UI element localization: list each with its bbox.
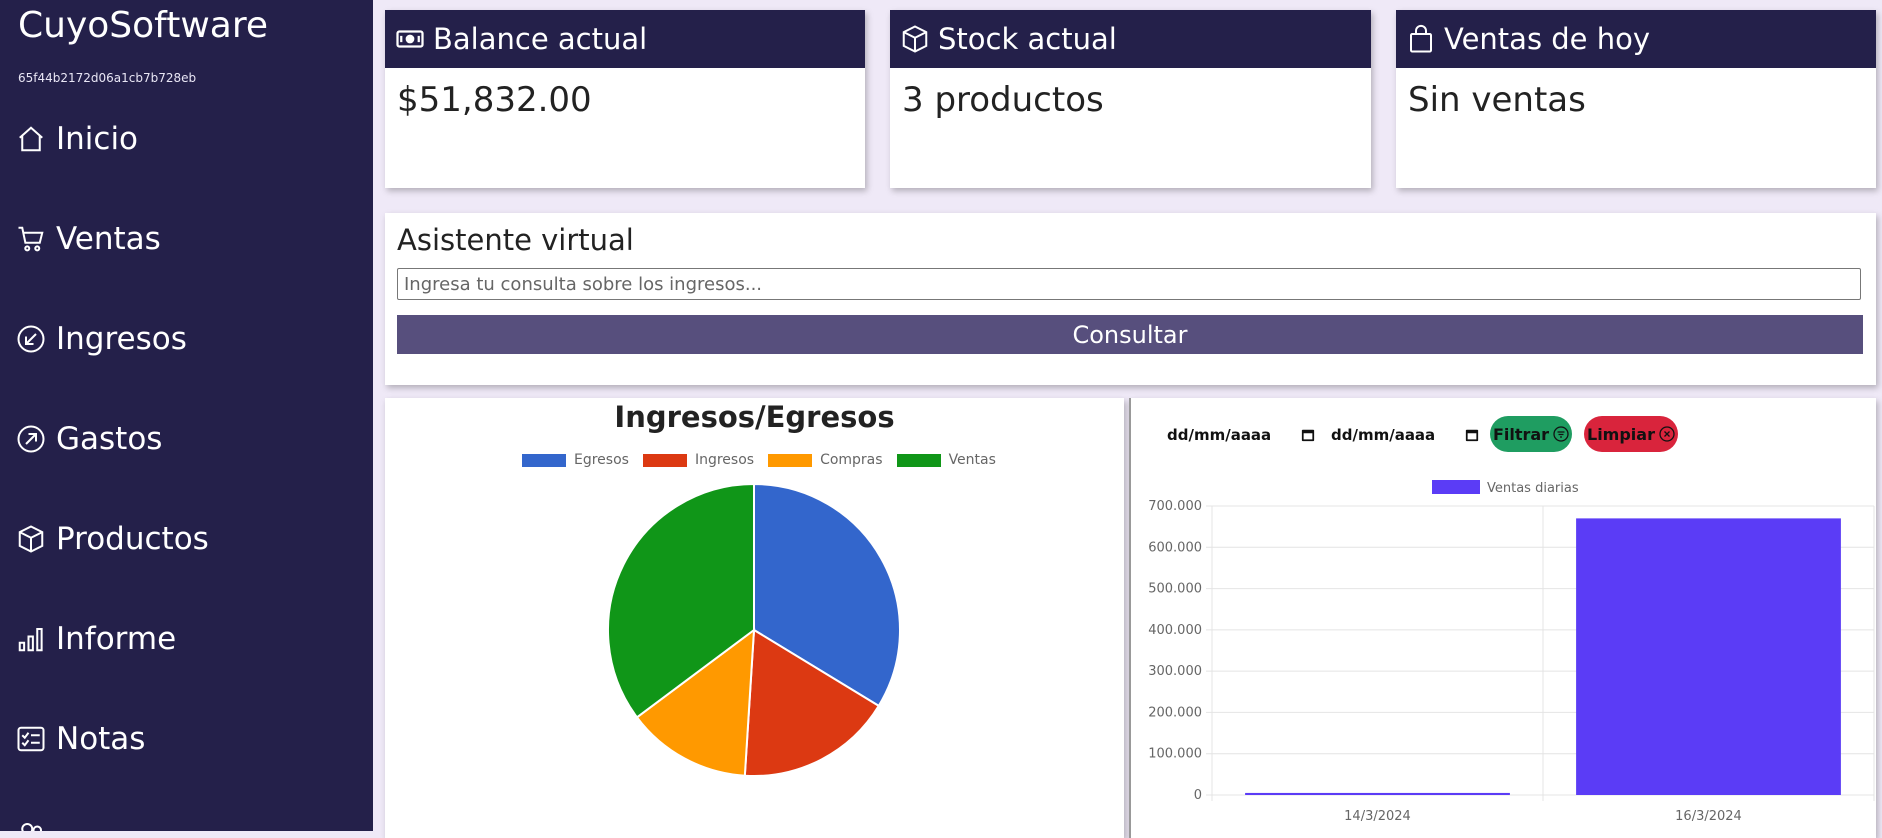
cash-icon [395,23,427,55]
legend-swatch [1432,480,1480,494]
bar-chart-icon [16,624,46,654]
bar-16/3/2024[interactable] [1576,518,1841,795]
sidebar-item-label: Notas [56,721,146,757]
legend-label: Ventas diarias [1487,481,1579,496]
users-icon [16,819,46,831]
sales-today-card-title: Ventas de hoy [1444,22,1651,56]
sidebar-item-label: Ventas [56,221,161,257]
assistant-query-input[interactable] [397,268,1861,300]
bar-chart-panel: dd/mm/aaaa dd/mm/aaaa Filtrar Limpiar Ve… [1129,398,1876,838]
x-tick-label: 14/3/2024 [1344,809,1411,824]
y-tick-label: 700.000 [1148,499,1202,514]
balance-card: Balance actual $51,832.00 [385,10,865,188]
sidebar-item-label: Productos [56,521,209,557]
bag-icon [1406,23,1438,55]
y-tick-label: 500.000 [1148,582,1202,597]
user-id: 65f44b2172d06a1cb7b728eb [18,71,197,85]
arrow-up-right-circle-icon [16,424,46,454]
sidebar-item-ventas[interactable]: Ventas [16,217,161,261]
bar-chart: Ventas diarias 0 100.000 200.000 300.000 400.… [1148,480,1875,824]
y-tick-label: 600.000 [1148,540,1202,555]
stock-card-header: Stock actual [890,10,1371,68]
sales-today-value: Sin ventas [1408,80,1586,120]
cart-icon [16,224,46,254]
balance-card-title: Balance actual [433,22,648,56]
box-icon [900,23,932,55]
sidebar-item-notas[interactable]: Notas [16,717,145,761]
sidebar-item-partial[interactable] [16,812,56,831]
home-icon [16,124,46,154]
sidebar-item-ingresos[interactable]: Ingresos [16,317,187,361]
stock-card-title: Stock actual [938,22,1117,56]
sales-today-card: Ventas de hoy Sin ventas [1396,10,1876,188]
pie-chart-panel: Ingresos/Egresos Egresos Ingresos Compra… [385,398,1124,838]
sidebar-item-productos[interactable]: Productos [16,517,209,561]
y-tick-label: 100.000 [1148,747,1202,762]
pie-chart [607,482,901,777]
x-tick-label: 16/3/2024 [1675,809,1742,824]
stock-value: 3 productos [902,80,1104,120]
sidebar-item-gastos[interactable]: Gastos [16,417,162,461]
box-icon [16,524,46,554]
sales-today-card-header: Ventas de hoy [1396,10,1876,68]
arrow-down-left-circle-icon [16,324,46,354]
y-tick-label: 0 [1194,788,1202,803]
stock-card: Stock actual 3 productos [890,10,1371,188]
sidebar-item-label: Gastos [56,421,163,457]
balance-value: $51,832.00 [397,80,592,120]
brand-name: CuyoSoftware [18,5,268,46]
sidebar-item-label: Inicio [56,121,139,157]
consult-button[interactable]: Consultar [397,315,1863,354]
y-tick-label: 300.000 [1148,664,1202,679]
assistant-panel: Asistente virtual Consultar [385,213,1876,385]
sidebar-item-informe[interactable]: Informe [16,617,176,661]
sidebar-item-inicio[interactable]: Inicio [16,117,138,161]
bar-14/3/2024[interactable] [1245,792,1510,795]
checklist-icon [16,724,46,754]
sidebar-item-label: Ingresos [56,321,187,357]
balance-card-header: Balance actual [385,10,865,68]
assistant-title: Asistente virtual [397,223,634,257]
sidebar-item-label: Informe [56,621,177,657]
y-tick-label: 200.000 [1148,705,1202,720]
sidebar: CuyoSoftware 65f44b2172d06a1cb7b728eb In… [0,0,373,831]
y-tick-label: 400.000 [1148,623,1202,638]
